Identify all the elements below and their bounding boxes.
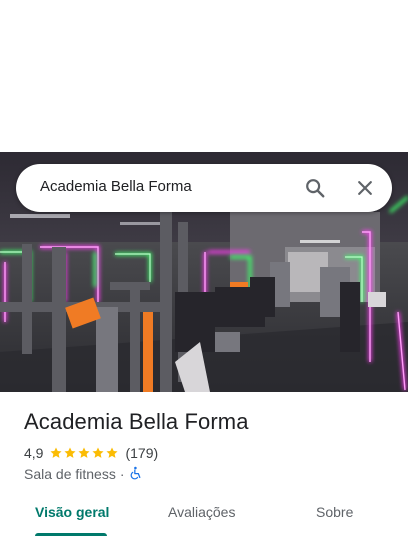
review-count[interactable]: (179) [125, 445, 158, 461]
separator: · [119, 466, 125, 482]
active-tab-indicator [35, 533, 107, 536]
search-icon[interactable] [303, 176, 327, 200]
place-tabs: Visão geral Avaliações Sobre [0, 492, 408, 536]
place-page: Academia Bella Forma Academia Bella Form… [0, 0, 408, 544]
star-icon [106, 447, 119, 458]
category-row: Sala de fitness · [24, 465, 143, 483]
tab-about[interactable]: Sobre [316, 504, 353, 520]
tab-reviews[interactable]: Avaliações [168, 504, 235, 520]
star-icon [92, 447, 105, 458]
star-icon [78, 447, 91, 458]
rating-value: 4,9 [24, 445, 44, 461]
star-icon [64, 447, 77, 458]
star-icon [50, 447, 63, 458]
search-bar[interactable]: Academia Bella Forma [16, 164, 392, 212]
rating-row[interactable]: 4,9 (179) [24, 444, 158, 462]
wheelchair-accessible-icon [129, 466, 143, 483]
place-category: Sala de fitness [24, 466, 116, 482]
close-icon[interactable] [353, 176, 377, 200]
search-input[interactable]: Academia Bella Forma [40, 178, 192, 195]
star-rating [49, 446, 119, 460]
tab-overview[interactable]: Visão geral [35, 504, 109, 520]
place-title: Academia Bella Forma [24, 409, 249, 434]
